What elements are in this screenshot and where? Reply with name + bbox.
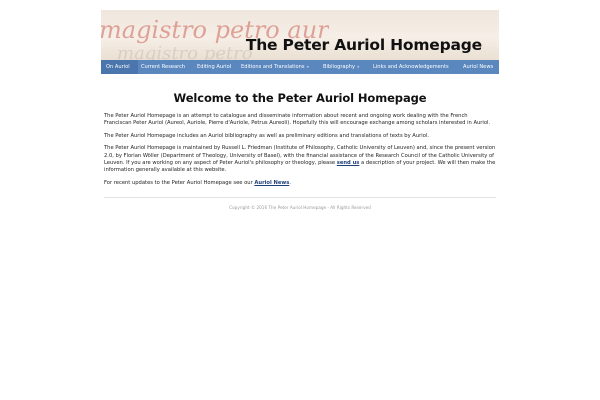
news-paragraph: For recent updates to the Peter Auriol H… — [104, 180, 496, 187]
copyright-footer: Copyright © 2016 The Peter Auriol Homepa… — [229, 205, 371, 211]
send-us-link[interactable]: send us — [337, 160, 360, 166]
nav-label: Auriol News — [463, 64, 494, 70]
nav-item-bibliography[interactable]: Bibliography » — [321, 60, 368, 74]
nav-item-editions-and-translations[interactable]: Editions and Translations » — [239, 60, 321, 74]
maintainers-paragraph: The Peter Auriol Homepage is maintained … — [104, 145, 496, 175]
nav-item-auriol-news[interactable]: Auriol News — [459, 60, 499, 74]
page-wrapper: magistro petro aurioli magistro petro Th… — [101, 10, 499, 210]
auriol-news-link[interactable]: Auriol News — [254, 180, 289, 186]
nav-label: On Auriol — [106, 64, 130, 70]
nav-item-on-auriol[interactable]: On Auriol — [101, 60, 138, 74]
intro-paragraph: The Peter Auriol Homepage is an attempt … — [104, 113, 491, 127]
nav-label: Links and Acknowledgements — [373, 64, 449, 70]
nav-label: Current Research — [141, 64, 186, 70]
nav-item-editing-auriol[interactable]: Editing Auriol — [194, 60, 239, 74]
main-content: Welcome to the Peter Auriol Homepage The… — [101, 91, 499, 210]
paragraph-text: . — [289, 179, 291, 186]
nav-label: Bibliography — [323, 64, 356, 70]
svg-text:magistro petro: magistro petro — [117, 43, 253, 60]
header-banner: magistro petro aurioli magistro petro Th… — [101, 10, 499, 60]
main-nav: On Auriol Current Research Editing Aurio… — [101, 60, 499, 74]
contents-paragraph: The Peter Auriol Homepage includes an Au… — [104, 132, 429, 139]
nav-item-links-and-acknowledgements[interactable]: Links and Acknowledgements — [368, 60, 459, 74]
site-title[interactable]: The Peter Auriol Homepage — [246, 36, 482, 54]
chevron-down-icon: » — [306, 64, 310, 69]
nav-label: Editing Auriol — [197, 64, 232, 70]
paragraph-text: For recent updates to the Peter Auriol H… — [104, 179, 255, 186]
footer-divider — [104, 197, 496, 199]
nav-item-current-research[interactable]: Current Research — [138, 60, 194, 74]
page-title: Welcome to the Peter Auriol Homepage — [173, 91, 427, 105]
chevron-down-icon: » — [357, 64, 360, 69]
nav-label: Editions and Translations — [241, 64, 305, 70]
